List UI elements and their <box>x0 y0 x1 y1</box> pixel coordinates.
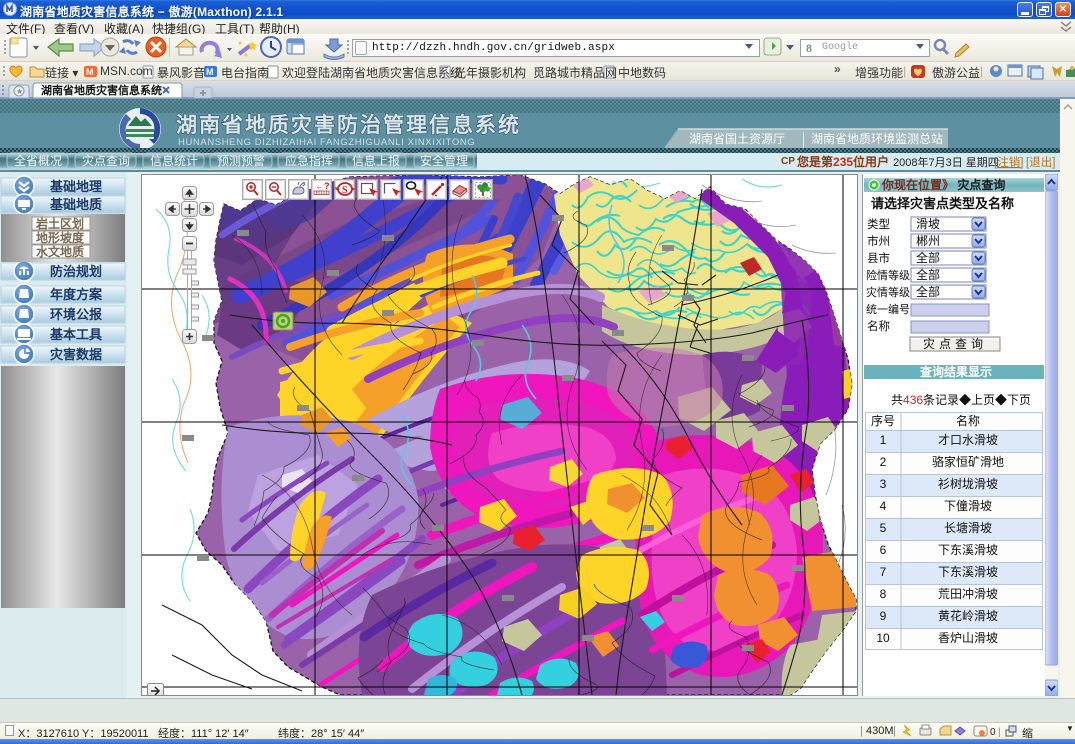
svg-text:湖南省地质灾害信息系统: 湖南省地质灾害信息系统 <box>41 83 162 97</box>
svg-text:你现在位置》 灾点查询: 你现在位置》 灾点查询 <box>881 177 1005 192</box>
svg-text:S: S <box>342 185 348 196</box>
svg-text:骆家恒矿滑地: 骆家恒矿滑地 <box>932 454 1004 469</box>
svg-text:名称: 名称 <box>956 413 980 428</box>
svg-text:滑坡: 滑坡 <box>916 217 940 231</box>
svg-text:M: M <box>206 67 214 77</box>
svg-text:地形坡度: 地形坡度 <box>36 230 85 245</box>
svg-text:全部: 全部 <box>916 284 940 299</box>
svg-text:香炉山滑坡: 香炉山滑坡 <box>938 631 998 645</box>
svg-text:全省概况: 全省概况 <box>14 153 62 168</box>
svg-text:下东溪滑坡: 下东溪滑坡 <box>938 565 998 579</box>
svg-text:全部: 全部 <box>916 250 940 265</box>
svg-text:序号: 序号 <box>871 413 895 428</box>
svg-text:灾情等级: 灾情等级 <box>866 285 910 299</box>
svg-text:信息上报: 信息上报 <box>352 153 400 168</box>
svg-text:荒田冲滑坡: 荒田冲滑坡 <box>938 586 998 601</box>
svg-text:2: 2 <box>880 455 887 469</box>
svg-text:M: M <box>86 67 94 77</box>
svg-text:基础地理: 基础地理 <box>49 179 102 194</box>
svg-text:县市: 县市 <box>867 251 890 265</box>
svg-text:│: │ <box>800 132 808 148</box>
svg-text:|: | <box>998 727 1001 738</box>
svg-text:郴州: 郴州 <box>916 234 940 248</box>
svg-text:才口水滑坡: 才口水滑坡 <box>938 433 998 447</box>
svg-text:4: 4 <box>880 499 887 513</box>
svg-text:←?→: ←?→ <box>315 181 339 191</box>
svg-text:市州: 市州 <box>867 234 890 248</box>
svg-text:请选择灾害点类型及名称: 请选择灾害点类型及名称 <box>871 196 1014 211</box>
svg-text:1: 1 <box>880 433 887 447</box>
svg-text:衫树垅滑坡: 衫树垅滑坡 <box>938 476 998 491</box>
svg-text:下僮滑坡: 下僮滑坡 <box>944 498 992 513</box>
svg-text:HUNANSHENG DIZHIZAIHAI FANGZHI: HUNANSHENG DIZHIZAIHAI FANGZHIGUANLI XIN… <box>178 137 475 148</box>
svg-text:全部: 全部 <box>916 267 940 282</box>
svg-text:长塘滑坡: 长塘滑坡 <box>944 520 992 535</box>
svg-text:应急指挥: 应急指挥 <box>285 153 333 168</box>
svg-text:查询结果显示: 查询结果显示 <box>919 364 992 379</box>
svg-text:6: 6 <box>880 543 887 557</box>
svg-text:5: 5 <box>880 521 887 535</box>
svg-text:类型: 类型 <box>867 217 890 231</box>
svg-text:2008年7月3日 星期四: 2008年7月3日 星期四 <box>893 155 999 169</box>
svg-text:[注销]: [注销] <box>994 155 1023 169</box>
svg-text:灾点查询: 灾点查询 <box>82 153 130 168</box>
svg-text:湖南省地质灾害防治管理信息系统: 湖南省地质灾害防治管理信息系统 <box>176 113 521 137</box>
svg-text:名称: 名称 <box>867 319 890 333</box>
svg-text:您是第235位用户: 您是第235位用户 <box>797 154 889 169</box>
svg-text:★: ★ <box>16 87 23 96</box>
svg-text:基本工具: 基本工具 <box>49 327 102 342</box>
svg-text:湖南省地质环境监测总站: 湖南省地质环境监测总站 <box>811 131 943 146</box>
svg-text:年度方案: 年度方案 <box>50 287 103 302</box>
svg-text:共436条记录◆上页◆下页: 共436条记录◆上页◆下页 <box>891 393 1031 407</box>
svg-text:3: 3 <box>880 477 887 491</box>
svg-text:环境公报: 环境公报 <box>50 307 103 322</box>
svg-text:信息统计: 信息统计 <box>150 153 198 168</box>
svg-text:险情等级: 险情等级 <box>866 268 910 282</box>
svg-text:水文地质: 水文地质 <box>36 244 84 259</box>
svg-text:下东溪滑坡: 下东溪滑坡 <box>938 543 998 557</box>
svg-text:安全管理: 安全管理 <box>420 153 468 168</box>
svg-text:9: 9 <box>880 609 887 623</box>
svg-text:湖南省国土资源厅: 湖南省国土资源厅 <box>689 131 785 146</box>
svg-text:预测预警: 预测预警 <box>217 153 265 168</box>
svg-text:黄花岭滑坡: 黄花岭滑坡 <box>938 608 998 623</box>
svg-text:岩土区划: 岩土区划 <box>35 216 84 231</box>
svg-text:统一编号: 统一编号 <box>866 302 910 316</box>
svg-text:[退出]: [退出] <box>1026 155 1055 169</box>
svg-text:灾害数据: 灾害数据 <box>50 347 102 362</box>
svg-text:10: 10 <box>876 631 890 645</box>
svg-text:8: 8 <box>880 587 887 601</box>
svg-text:CP: CP <box>781 156 795 167</box>
svg-text:灾点查询: 灾点查询 <box>923 336 987 351</box>
svg-text:7: 7 <box>880 565 887 579</box>
svg-text:0: 0 <box>990 727 996 738</box>
svg-text:基础地质: 基础地质 <box>49 197 102 212</box>
svg-text:防治规划: 防治规划 <box>50 264 102 279</box>
